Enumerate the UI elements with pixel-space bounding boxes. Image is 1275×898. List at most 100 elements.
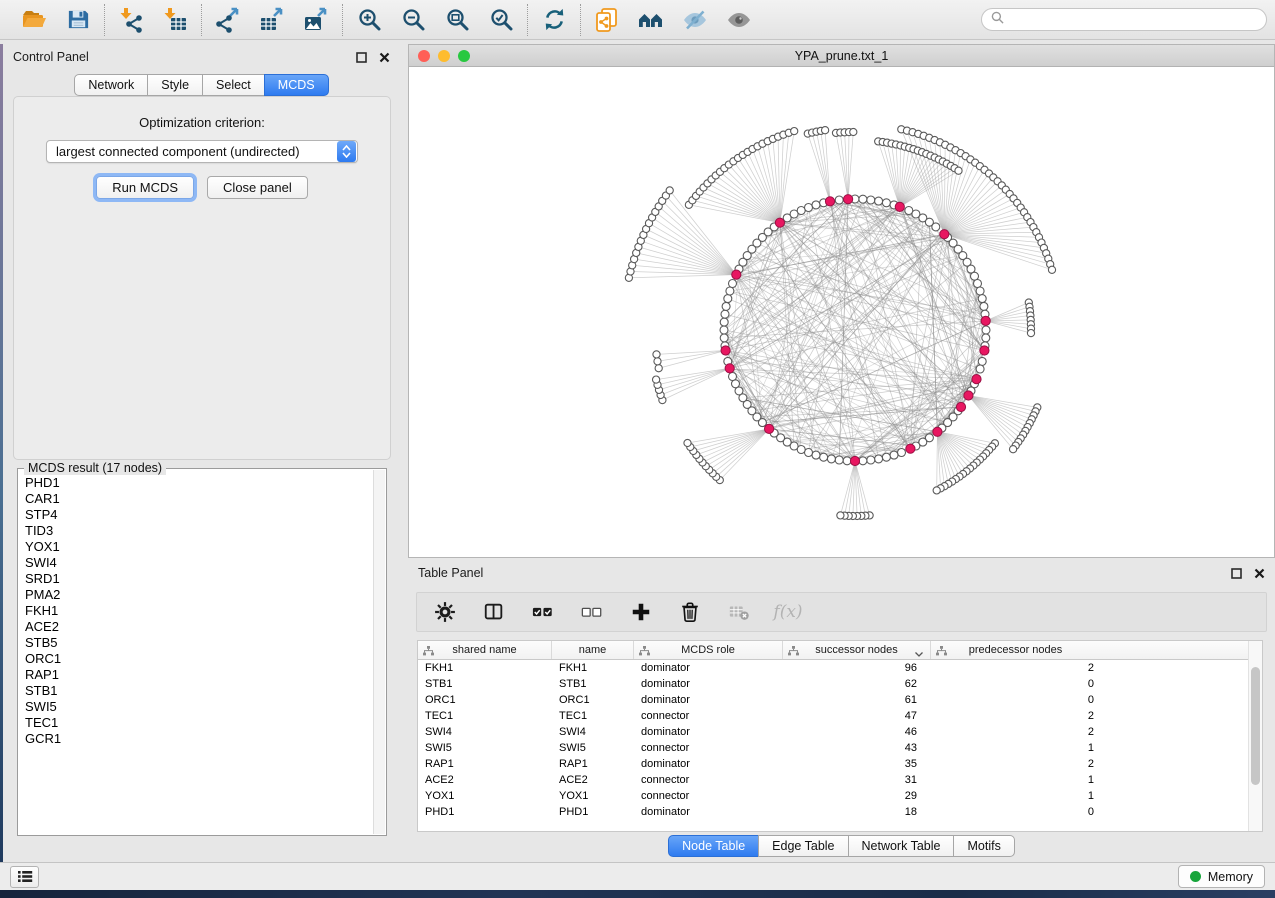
- cell-name: SWI4: [552, 726, 634, 738]
- table-options-gear-icon[interactable]: [433, 600, 457, 624]
- mcds-result-item[interactable]: RAP1: [19, 667, 372, 683]
- network-canvas-container: [409, 68, 1274, 557]
- node-table-row[interactable]: SWI4SWI4dominator462: [418, 724, 1262, 740]
- zoom-fit-icon[interactable]: [443, 6, 471, 34]
- tab-select[interactable]: Select: [202, 74, 265, 96]
- column-type-icon: [423, 646, 434, 659]
- network-canvas[interactable]: [409, 68, 1274, 557]
- criterion-select[interactable]: largest connected component (undirected): [46, 140, 358, 163]
- mcds-result-list[interactable]: PHD1CAR1STP4TID3YOX1SWI4SRD1PMA2FKH1ACE2…: [19, 471, 372, 834]
- tab-edge-table[interactable]: Edge Table: [758, 835, 848, 857]
- first-neighbors-icon[interactable]: [637, 6, 665, 34]
- mcds-hub-node: [725, 364, 734, 373]
- mcds-result-item[interactable]: ORC1: [19, 651, 372, 667]
- memory-button[interactable]: Memory: [1178, 865, 1265, 888]
- mcds-result-item[interactable]: TID3: [19, 523, 372, 539]
- column-header-shared-name[interactable]: shared name: [418, 641, 552, 659]
- select-all-icon[interactable]: [531, 600, 555, 624]
- mcds-result-item[interactable]: FKH1: [19, 603, 372, 619]
- network-window-titlebar[interactable]: YPA_prune.txt_1: [409, 45, 1274, 67]
- apply-layout-icon[interactable]: [540, 6, 568, 34]
- node-table-row[interactable]: STB1STB1dominator620: [418, 676, 1262, 692]
- column-header-name[interactable]: name: [552, 641, 634, 659]
- tab-network-table[interactable]: Network Table: [848, 835, 955, 857]
- memory-status-icon: [1190, 871, 1201, 882]
- zoom-selected-icon[interactable]: [487, 6, 515, 34]
- list-icon: [17, 870, 33, 883]
- tab-mcds[interactable]: MCDS: [264, 74, 329, 96]
- node-table-row[interactable]: ORC1ORC1dominator610: [418, 692, 1262, 708]
- tab-network[interactable]: Network: [74, 74, 148, 96]
- node-table-row[interactable]: ACE2ACE2connector311: [418, 772, 1262, 788]
- tab-motifs[interactable]: Motifs: [953, 835, 1014, 857]
- mcds-hub-node: [732, 270, 741, 279]
- import-network-icon[interactable]: [117, 6, 145, 34]
- mcds-result-item[interactable]: SWI4: [19, 555, 372, 571]
- save-session-icon[interactable]: [64, 6, 92, 34]
- table-scrollbar-thumb[interactable]: [1251, 667, 1260, 785]
- mcds-hub-node: [933, 427, 942, 436]
- new-network-from-selection-icon[interactable]: [593, 6, 621, 34]
- import-table-icon[interactable]: [161, 6, 189, 34]
- sort-descending-icon: [915, 648, 923, 660]
- cell-mcds-role: dominator: [634, 662, 783, 674]
- hide-selected-icon[interactable]: [681, 6, 709, 34]
- node-table-row[interactable]: RAP1RAP1dominator352: [418, 756, 1262, 772]
- column-header-predecessor-nodes[interactable]: predecessor nodes: [931, 641, 1100, 659]
- deselect-all-icon[interactable]: [580, 600, 604, 624]
- node-table-row[interactable]: TEC1TEC1connector472: [418, 708, 1262, 724]
- mcds-result-item[interactable]: STP4: [19, 507, 372, 523]
- cell-shared-name: PHD1: [418, 806, 552, 818]
- zoom-in-icon[interactable]: [355, 6, 383, 34]
- show-columns-icon[interactable]: [482, 600, 506, 624]
- delete-column-trash-icon[interactable]: [678, 600, 702, 624]
- cell-name: STB1: [552, 678, 634, 690]
- mcds-result-item[interactable]: YOX1: [19, 539, 372, 555]
- mcds-result-item[interactable]: SWI5: [19, 699, 372, 715]
- mcds-result-item[interactable]: STB1: [19, 683, 372, 699]
- mcds-hub-node: [895, 202, 904, 211]
- task-history-button[interactable]: [10, 866, 39, 888]
- cell-predecessor-nodes: 1: [931, 742, 1100, 754]
- tab-style[interactable]: Style: [147, 74, 203, 96]
- mcds-result-scrollbar[interactable]: [373, 470, 385, 834]
- mcds-result-item[interactable]: GCR1: [19, 731, 372, 747]
- column-header-mcds-role[interactable]: MCDS role: [634, 641, 783, 659]
- column-header-successor-nodes[interactable]: successor nodes: [783, 641, 931, 659]
- mcds-hub-node: [964, 391, 973, 400]
- search-input[interactable]: [1010, 13, 1257, 27]
- open-file-icon[interactable]: [20, 6, 48, 34]
- run-mcds-button[interactable]: Run MCDS: [96, 176, 194, 199]
- mcds-result-item[interactable]: ACE2: [19, 619, 372, 635]
- node-table-row[interactable]: PHD1PHD1dominator180: [418, 804, 1262, 820]
- export-network-icon[interactable]: [214, 6, 242, 34]
- export-table-icon[interactable]: [258, 6, 286, 34]
- add-column-icon[interactable]: [629, 600, 653, 624]
- float-panel-icon[interactable]: [356, 52, 367, 63]
- node-table-row[interactable]: SWI5SWI5connector431: [418, 740, 1262, 756]
- node-table-row[interactable]: YOX1YOX1connector291: [418, 788, 1262, 804]
- close-table-panel-icon[interactable]: [1254, 568, 1265, 579]
- cell-name: ORC1: [552, 694, 634, 706]
- mcds-result-item[interactable]: TEC1: [19, 715, 372, 731]
- mcds-result-item[interactable]: SRD1: [19, 571, 372, 587]
- cell-mcds-role: dominator: [634, 726, 783, 738]
- zoom-out-icon[interactable]: [399, 6, 427, 34]
- float-table-panel-icon[interactable]: [1231, 568, 1242, 579]
- mcds-result-item[interactable]: PHD1: [19, 475, 372, 491]
- close-panel-button[interactable]: Close panel: [207, 176, 308, 199]
- mcds-result-item[interactable]: PMA2: [19, 587, 372, 603]
- tab-node-table[interactable]: Node Table: [668, 835, 759, 857]
- table-scrollbar[interactable]: [1248, 641, 1262, 831]
- node-table-row[interactable]: FKH1FKH1dominator962: [418, 660, 1262, 676]
- cell-shared-name: STB1: [418, 678, 552, 690]
- cell-mcds-role: dominator: [634, 678, 783, 690]
- cell-successor-nodes: 31: [783, 774, 931, 786]
- mcds-result-item[interactable]: CAR1: [19, 491, 372, 507]
- close-panel-icon[interactable]: [379, 52, 390, 63]
- show-all-icon[interactable]: [725, 6, 753, 34]
- export-image-icon[interactable]: [302, 6, 330, 34]
- mcds-result-item[interactable]: STB5: [19, 635, 372, 651]
- cell-predecessor-nodes: 2: [931, 662, 1100, 674]
- column-label: predecessor nodes: [969, 644, 1063, 656]
